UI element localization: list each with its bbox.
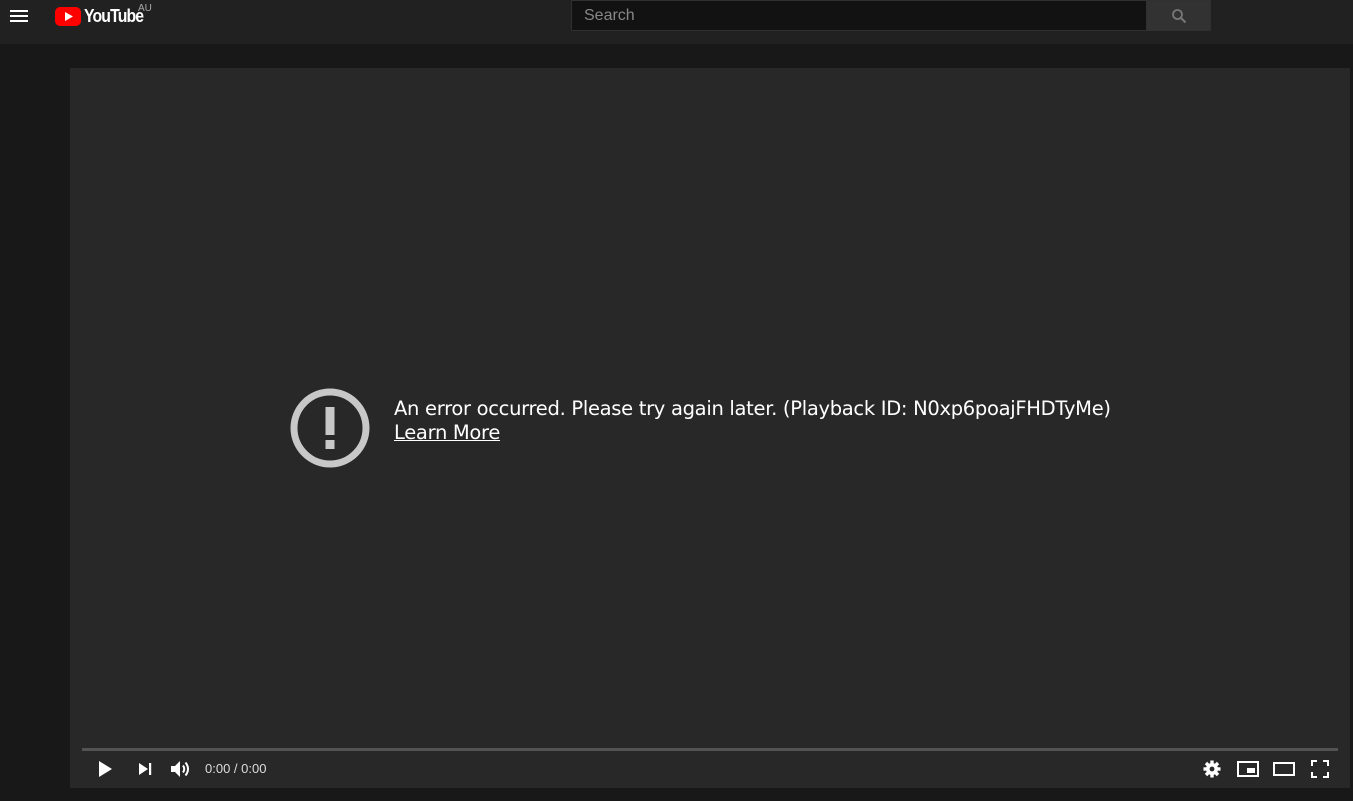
- theater-mode-button[interactable]: [1271, 753, 1297, 785]
- fullscreen-icon: [1311, 760, 1329, 778]
- youtube-logo[interactable]: YouTube AU: [55, 3, 152, 27]
- fullscreen-button[interactable]: [1308, 753, 1332, 785]
- hamburger-menu-icon: [10, 10, 28, 22]
- search-input[interactable]: [572, 1, 1146, 30]
- error-message: An error occurred. Please try again late…: [394, 397, 1111, 420]
- search-icon: [1171, 8, 1186, 23]
- mute-button[interactable]: [168, 753, 194, 785]
- player-error: An error occurred. Please try again late…: [290, 388, 1111, 468]
- progress-bar[interactable]: [82, 748, 1338, 751]
- error-message-block: An error occurred. Please try again late…: [394, 397, 1111, 445]
- settings-button[interactable]: [1200, 753, 1224, 785]
- search-button[interactable]: [1146, 0, 1211, 31]
- learn-more-link[interactable]: Learn More: [394, 421, 500, 445]
- gear-icon: [1203, 760, 1221, 778]
- exclamation-circle-icon: [290, 388, 370, 468]
- guide-menu-button[interactable]: [0, 0, 38, 32]
- miniplayer-button[interactable]: [1236, 753, 1260, 785]
- time-display: 0:00 / 0:00: [205, 761, 267, 776]
- video-player[interactable]: An error occurred. Please try again late…: [70, 68, 1350, 788]
- next-icon: [139, 763, 152, 775]
- play-button[interactable]: [91, 753, 119, 785]
- logo-country-code: AU: [138, 3, 152, 14]
- volume-icon: [171, 761, 189, 777]
- masthead: YouTube AU: [0, 0, 1353, 44]
- theater-mode-icon: [1273, 762, 1295, 776]
- miniplayer-icon: [1237, 761, 1259, 777]
- youtube-play-logo-icon: [55, 6, 81, 26]
- play-icon: [99, 761, 112, 777]
- logo-wordmark: YouTube: [84, 5, 144, 26]
- next-button[interactable]: [132, 753, 158, 785]
- search-box: [571, 0, 1146, 31]
- player-controls: 0:00 / 0:00: [82, 753, 1338, 785]
